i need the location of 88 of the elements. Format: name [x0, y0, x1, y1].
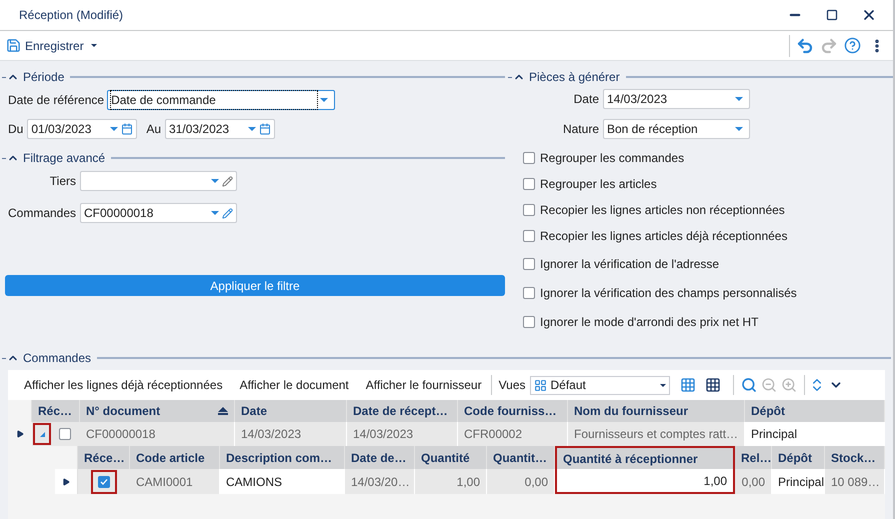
field-label: Du	[8, 121, 24, 138]
dropdown-arrow-icon[interactable]	[110, 127, 118, 131]
checkbox[interactable]	[523, 316, 535, 328]
edit-icon[interactable]	[222, 176, 233, 186]
window-title: Réception (Modifié)	[19, 7, 124, 24]
field-label: Date	[572, 91, 599, 108]
checkbox[interactable]	[523, 258, 535, 270]
calendar-icon[interactable]	[259, 123, 272, 135]
section-title: Pièces à générer	[529, 69, 620, 86]
zoom-out-icon[interactable]	[760, 377, 776, 393]
row-checkbox[interactable]	[91, 470, 117, 494]
checkbox[interactable]	[523, 152, 535, 164]
date-field[interactable]: 31/03/2023	[165, 119, 276, 139]
dropdown-arrow-icon[interactable]	[320, 98, 328, 102]
dropdown-arrow-icon[interactable]	[248, 127, 256, 131]
option-label: Recopier les lignes articles non réceptionnées	[540, 202, 785, 219]
save-button[interactable]: Enregistrer	[6, 36, 84, 54]
table-cell: 1,00	[555, 469, 735, 494]
table-cell: 0,00	[735, 469, 772, 494]
save-icon	[6, 38, 21, 53]
nature-dropdown[interactable]: Bon de réception	[603, 119, 750, 139]
field-label: Date de référence	[8, 92, 104, 109]
zoom-in-icon[interactable]	[780, 377, 796, 393]
table-cell: Principal	[772, 469, 825, 494]
toolbar-action[interactable]: Afficher le fournisseur	[366, 376, 482, 394]
maximize-icon	[826, 9, 838, 21]
dropdown-arrow-icon[interactable]	[735, 97, 743, 101]
checkbox[interactable]	[523, 178, 535, 190]
column-header[interactable]: Réce…	[78, 446, 130, 469]
column-header[interactable]: Dépôt	[772, 446, 825, 469]
table-cell: 0,00	[487, 469, 555, 494]
grid-icon[interactable]	[704, 377, 720, 393]
dropdown-arrow-icon[interactable]	[211, 211, 219, 215]
field-label: Au	[146, 121, 162, 138]
option-label: Recopier les lignes articles déjà réceptionnées	[540, 228, 788, 245]
date-dropdown[interactable]: 14/03/2023	[603, 89, 750, 109]
option-label: Ignorer la vérification de l'adresse	[540, 256, 720, 272]
sort-icon[interactable]	[218, 407, 228, 415]
reference-date-dropdown[interactable]: Date de commande	[107, 90, 336, 110]
edit-icon[interactable]	[222, 208, 233, 218]
views-dropdown[interactable]: Défaut	[530, 376, 670, 394]
option-label: Ignorer le mode d'arrondi des prix net HT	[540, 314, 758, 330]
column-header[interactable]: Quantité	[415, 446, 487, 469]
field-label: Nature	[562, 121, 599, 138]
calendar-icon[interactable]	[121, 123, 134, 135]
table-cell: 14/03/20…	[345, 469, 415, 494]
option-label: Regrouper les articles	[540, 176, 657, 193]
section-title: Filtrage avancé	[23, 150, 106, 167]
dropdown-arrow-icon[interactable]	[211, 179, 219, 183]
row-indicator-icon	[62, 478, 70, 486]
toolbar-action[interactable]: Afficher les lignes déjà réceptionnées	[24, 376, 223, 394]
dropdown-arrow-icon[interactable]	[735, 127, 743, 131]
table-cell: 10 089…	[825, 469, 885, 494]
redo-icon[interactable]	[820, 36, 838, 54]
table-cell: CAMI0001	[130, 469, 220, 494]
table-cell: Principal	[745, 422, 885, 446]
search-icon[interactable]	[740, 377, 756, 393]
field-label: Vues	[498, 377, 526, 394]
orders-dropdown[interactable]: CF00000018	[80, 203, 237, 223]
option-label: Ignorer la vérification des champs personnalisés	[540, 284, 797, 302]
field-label: Tiers	[48, 173, 76, 190]
undo-icon[interactable]	[796, 36, 814, 54]
section-title: Commandes	[23, 350, 92, 367]
field-label: Commandes	[8, 205, 76, 222]
checkbox[interactable]	[523, 204, 535, 216]
table-cell: 1,00	[415, 469, 487, 494]
column-header[interactable]: Stock…	[825, 446, 885, 469]
help-icon[interactable]	[844, 37, 861, 54]
option-label: Regrouper les commandes	[540, 150, 684, 167]
section-title: Période	[23, 69, 64, 86]
date-field[interactable]: 01/03/2023	[27, 119, 138, 139]
table-cell: CAMIONS	[220, 469, 345, 494]
caret-icon[interactable]	[90, 44, 97, 47]
grid-settings-icon[interactable]	[680, 377, 696, 393]
column-header[interactable]: Quantit…	[487, 446, 555, 469]
row-indicator-icon	[16, 430, 24, 438]
column-header[interactable]: Code article	[130, 446, 220, 469]
checkbox[interactable]	[59, 428, 71, 440]
column-header[interactable]: Quantité à réceptionner	[555, 446, 735, 469]
column-header[interactable]: Rel…	[735, 446, 772, 469]
column-header[interactable]: Description com…	[220, 446, 345, 469]
checkbox[interactable]	[523, 230, 535, 242]
view-grid-icon	[534, 378, 546, 392]
checkbox[interactable]	[98, 476, 110, 488]
apply-filter-button[interactable]: Appliquer le filtre	[5, 275, 505, 296]
checkbox[interactable]	[523, 286, 535, 298]
toolbar-action[interactable]: Afficher le document	[240, 376, 349, 394]
column-header[interactable]: Date de…	[345, 446, 415, 469]
